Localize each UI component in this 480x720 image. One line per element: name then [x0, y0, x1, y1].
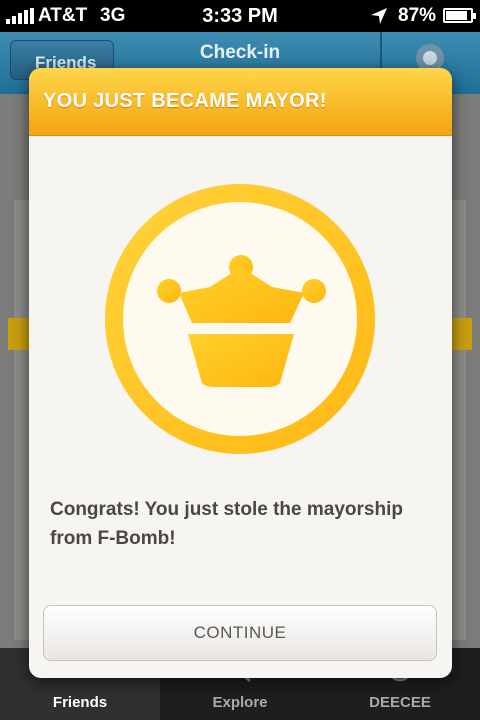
dialog-header: YOU JUST BECAME MAYOR! [29, 68, 452, 136]
dialog-title: YOU JUST BECAME MAYOR! [43, 90, 327, 112]
continue-button[interactable]: CONTINUE [43, 605, 437, 661]
congrats-message: Congrats! You just stole the mayorship f… [50, 499, 403, 549]
mayor-crown-icon [105, 184, 375, 454]
modal-overlay: YOU JUST BECAME MAYOR! Congrats! You jus… [0, 0, 480, 720]
mayor-dialog: YOU JUST BECAME MAYOR! Congrats! You jus… [29, 68, 452, 678]
